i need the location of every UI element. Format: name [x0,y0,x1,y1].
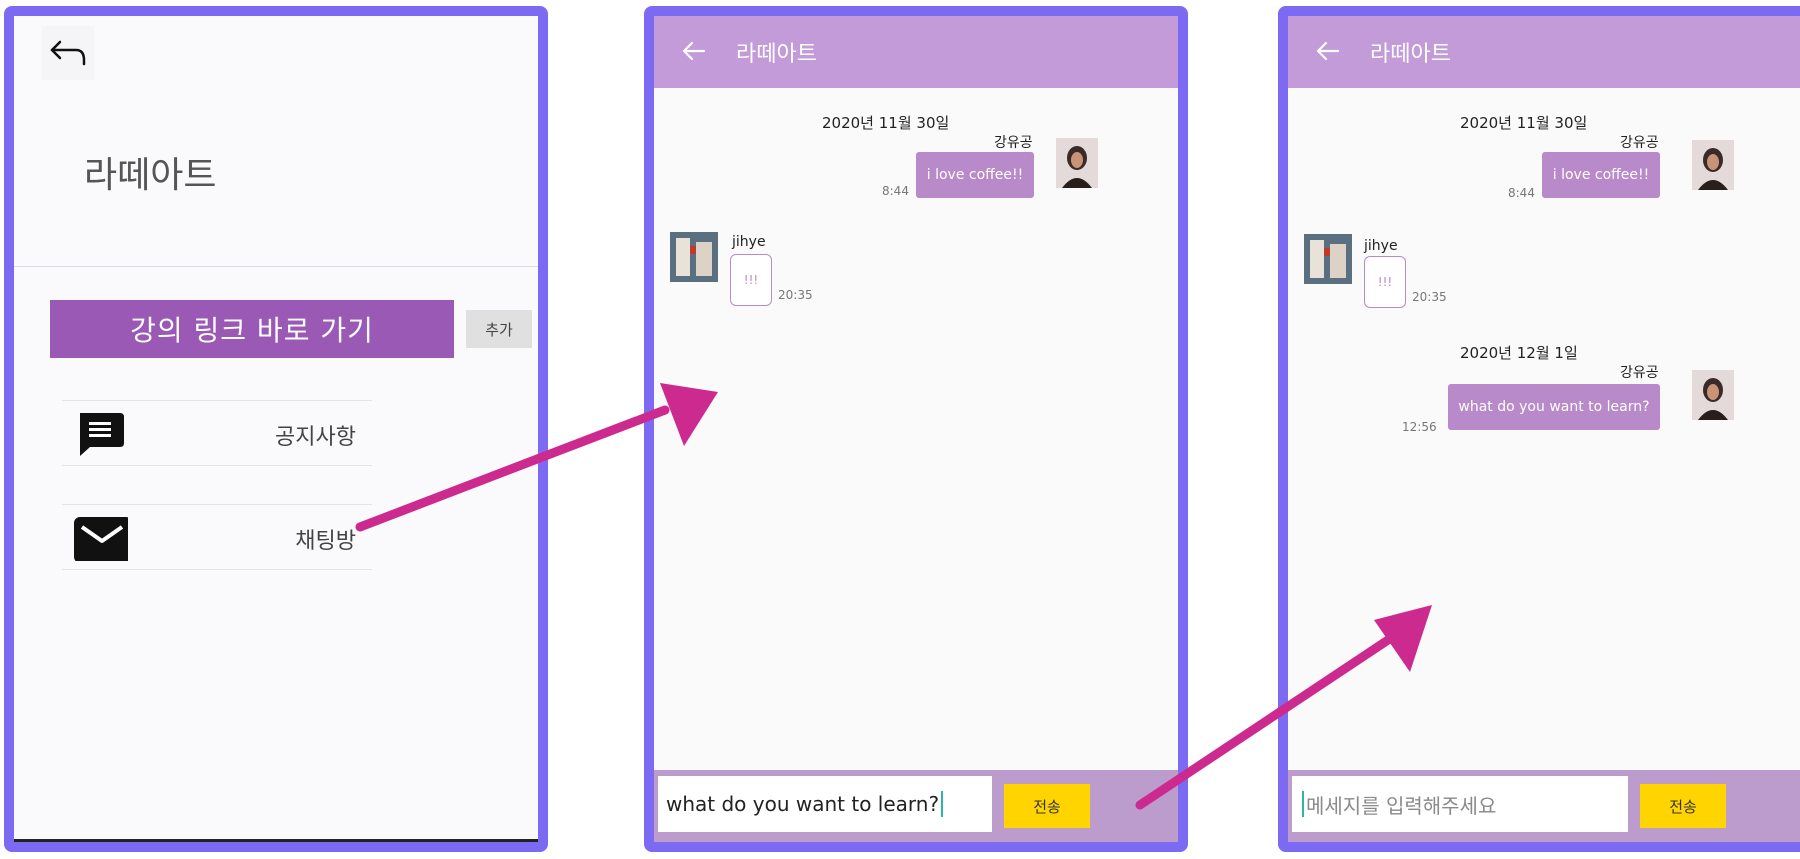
avatar-photo-icon [1056,138,1098,188]
sender-name: 강유공 [1620,365,1659,381]
text-caret [1302,791,1304,817]
chat-title: 라떼아트 [736,42,817,67]
app-bar: 라떼아트 [654,16,1178,88]
back-arrow-icon[interactable] [678,36,708,66]
chat-messages: 2020년 11월 30일 강유공 i love coffee!! 8:44 j… [1288,88,1800,770]
avatar-photo-icon [1692,140,1734,190]
message-bubble: i love coffee!! [1542,152,1660,198]
screen-course-home: 라떼아트 강의 링크 바로 가기 추가 공지사항 채팅방 [4,6,548,852]
add-button[interactable]: 추가 [466,310,532,348]
message-time: 12:56 [1402,420,1437,434]
bottom-edge [14,839,538,842]
menu-item-notice[interactable]: 공지사항 [62,400,372,466]
screen-chat-sent: 라떼아트 2020년 11월 30일 강유공 i love coffee!! 8… [1278,6,1800,852]
date-label: 2020년 12월 1일 [1460,344,1578,362]
message-input-bar: 메세지를 입력해주세요 전송 [1288,770,1800,842]
message-input[interactable]: what do you want to learn? [658,776,992,832]
message-time: 8:44 [882,184,909,198]
page-title: 라떼아트 [84,155,217,196]
avatar-photo-icon [670,232,718,282]
menu-item-chat[interactable]: 채팅방 [62,504,372,570]
back-arrow-icon [50,40,86,66]
send-button[interactable]: 전송 [1640,784,1726,828]
sender-name: jihye [1364,238,1398,254]
message-input[interactable]: 메세지를 입력해주세요 [1292,776,1628,832]
date-label: 2020년 11월 30일 [1460,114,1588,132]
text-caret [941,791,944,817]
message-bubble: !!! [1364,256,1406,308]
message-bubble: !!! [730,254,772,306]
divider [14,266,538,267]
avatar [670,232,718,282]
avatar [1692,140,1734,190]
message-icon [80,413,124,456]
menu-item-label: 채팅방 [295,529,356,554]
avatar [1304,234,1352,284]
message-input-bar: what do you want to learn? 전송 [654,770,1178,842]
sender-name: 강유공 [994,135,1033,151]
send-button[interactable]: 전송 [1004,784,1090,828]
chat-title: 라떼아트 [1370,42,1451,67]
message-time: 8:44 [1508,186,1535,200]
menu-item-label: 공지사항 [275,425,356,450]
sender-name: jihye [732,234,766,250]
avatar-photo-icon [1692,370,1734,420]
chat-messages: 2020년 11월 30일 강유공 i love coffee!! 8:44 j… [654,88,1178,770]
message-time: 20:35 [1412,290,1447,304]
input-placeholder: 메세지를 입력해주세요 [1306,793,1497,818]
message-bubble: what do you want to learn? [1448,384,1660,430]
back-button[interactable] [42,26,94,80]
message-time: 20:35 [778,288,813,302]
avatar [1056,138,1098,188]
date-label: 2020년 11월 30일 [822,114,950,132]
message-bubble: i love coffee!! [916,152,1034,198]
screen-chat-typing: 라떼아트 2020년 11월 30일 강유공 i love coffee!! 8… [644,6,1188,852]
mail-icon [74,517,128,561]
app-bar: 라떼아트 [1288,16,1800,88]
sender-name: 강유공 [1620,135,1659,151]
lecture-link-button[interactable]: 강의 링크 바로 가기 [50,300,454,358]
input-value: what do you want to learn? [666,792,940,816]
avatar-photo-icon [1304,234,1352,284]
avatar [1692,370,1734,420]
back-arrow-icon[interactable] [1312,36,1342,66]
